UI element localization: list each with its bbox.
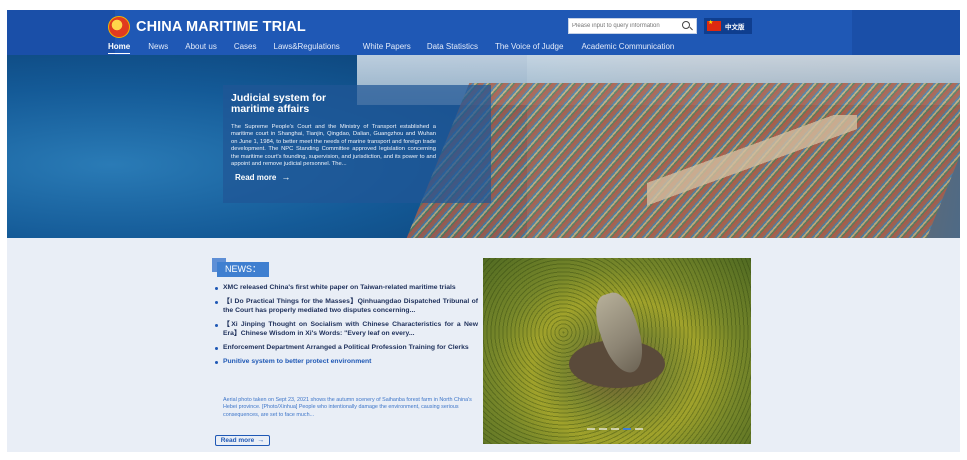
- hero-read-more-label: Read more: [235, 172, 277, 182]
- hero-image-quay: [647, 115, 857, 238]
- carousel-dot[interactable]: [611, 428, 619, 430]
- search-input[interactable]: [569, 19, 679, 33]
- search-icon[interactable]: [681, 20, 693, 32]
- nav-academic-communication[interactable]: Academic Communication: [581, 42, 674, 51]
- news-item[interactable]: XMC released China's first white paper o…: [215, 284, 478, 292]
- news-item[interactable]: 【Xi Jinping Thought on Socialism with Ch…: [215, 321, 478, 338]
- hero-banner: Judicial system for maritime affairs The…: [7, 55, 960, 238]
- nav-cases[interactable]: Cases: [234, 42, 257, 51]
- news-item[interactable]: 【I Do Practical Things for the Masses】Qi…: [215, 298, 478, 315]
- arrow-right-icon: →: [281, 172, 291, 183]
- site-header: CHINA MARITIME TRIAL 中文版 Home News About…: [7, 10, 960, 55]
- carousel-dots: [587, 428, 647, 430]
- carousel-dot[interactable]: [599, 428, 607, 430]
- page: CHINA MARITIME TRIAL 中文版 Home News About…: [7, 10, 960, 452]
- news-read-more-label: Read more: [220, 437, 255, 444]
- language-switch[interactable]: 中文版: [704, 18, 752, 34]
- carousel-dot[interactable]: [635, 428, 643, 430]
- site-logo[interactable]: CHINA MARITIME TRIAL: [108, 15, 492, 39]
- news-heading: NEWS：: [212, 258, 274, 277]
- news-list: XMC released China's first white paper o…: [215, 284, 478, 373]
- carousel-dot-active[interactable]: [623, 428, 631, 430]
- china-flag-icon: [707, 19, 721, 31]
- nav-laws-regulations[interactable]: Laws&Regulations: [274, 42, 340, 51]
- main-nav: Home News About us Cases Laws&Regulation…: [108, 40, 674, 54]
- hero-card: Judicial system for maritime affairs The…: [223, 85, 491, 203]
- nav-voice-of-judge[interactable]: The Voice of Judge: [495, 42, 564, 51]
- news-item-featured[interactable]: Punitive system to better protect enviro…: [215, 358, 478, 366]
- news-section: NEWS： XMC released China's first white p…: [212, 258, 478, 448]
- news-item[interactable]: Enforcement Department Arranged a Politi…: [215, 344, 478, 352]
- hero-read-more-link[interactable]: Read more →: [235, 172, 483, 182]
- site-title: CHINA MARITIME TRIAL: [136, 19, 306, 35]
- nav-data-statistics[interactable]: Data Statistics: [427, 42, 478, 51]
- arrow-right-icon: →: [257, 437, 265, 444]
- nav-home[interactable]: Home: [108, 42, 131, 54]
- hero-title: Judicial system for maritime affairs: [231, 92, 327, 115]
- news-featured-summary: Aerial photo taken on Sept 23, 2021 show…: [223, 397, 472, 418]
- nav-news[interactable]: News: [148, 42, 168, 51]
- court-emblem-icon: [108, 16, 130, 38]
- news-heading-label: NEWS：: [217, 262, 270, 277]
- nav-white-papers[interactable]: White Papers: [363, 42, 411, 51]
- carousel-dot[interactable]: [587, 428, 595, 430]
- nav-about-us[interactable]: About us: [185, 42, 217, 51]
- news-read-more-button[interactable]: Read more →: [215, 435, 270, 446]
- language-label: 中文版: [725, 24, 745, 31]
- search-box: [568, 18, 697, 34]
- hero-body: The Supreme People's Court and the Minis…: [231, 124, 436, 168]
- news-photo-carousel[interactable]: [483, 258, 751, 444]
